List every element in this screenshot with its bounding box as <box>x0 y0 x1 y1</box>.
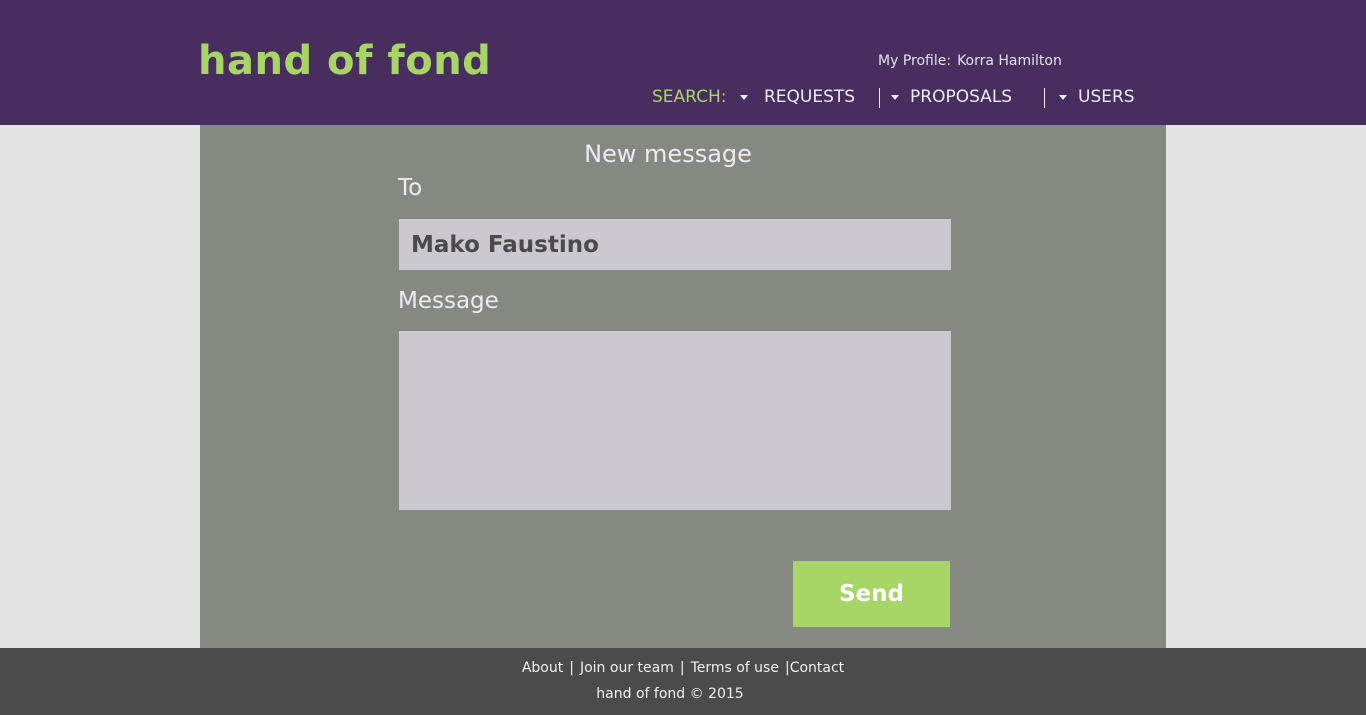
footer-link-join[interactable]: Join our team <box>580 660 674 676</box>
profile-info: My Profile: Korra Hamilton <box>878 53 1062 69</box>
profile-name-link[interactable]: Korra Hamilton <box>957 53 1062 69</box>
profile-label: My Profile: <box>878 53 952 69</box>
recipient-input[interactable] <box>399 219 951 270</box>
message-textarea[interactable] <box>399 331 951 510</box>
footer-separator: | <box>569 660 574 676</box>
nav-item-requests[interactable]: REQUESTS <box>764 87 855 107</box>
footer-link-contact[interactable]: Contact <box>790 660 844 676</box>
nav-item-proposals[interactable]: PROPOSALS <box>910 87 1012 107</box>
copyright-text: hand of fond © 2015 <box>596 686 744 702</box>
new-message-panel: New message To Message Send <box>200 125 1166 649</box>
footer-link-about[interactable]: About <box>522 660 563 676</box>
footer-links: About | Join our team | Terms of use |Contact <box>0 660 1366 676</box>
footer-link-terms[interactable]: Terms of use <box>691 660 779 676</box>
nav-divider <box>1044 88 1045 108</box>
send-button[interactable]: Send <box>793 561 950 627</box>
nav-item-users[interactable]: USERS <box>1078 87 1135 107</box>
message-label: Message <box>398 288 499 314</box>
page-title: New message <box>584 140 752 168</box>
site-footer: About | Join our team | Terms of use |Contact… <box>0 648 1366 715</box>
to-label: To <box>398 175 423 201</box>
site-logo[interactable]: hand of fond <box>198 38 491 84</box>
main-nav: SEARCH: REQUESTS PROPOSALS USERS <box>0 87 1366 111</box>
site-header: hand of fond My Profile: Korra Hamilton S… <box>0 0 1366 125</box>
search-label: SEARCH: <box>652 87 727 107</box>
nav-divider <box>879 88 880 108</box>
chevron-down-icon[interactable] <box>740 95 748 100</box>
chevron-down-icon[interactable] <box>891 95 899 100</box>
footer-separator: | <box>679 660 685 676</box>
chevron-down-icon[interactable] <box>1059 95 1067 100</box>
